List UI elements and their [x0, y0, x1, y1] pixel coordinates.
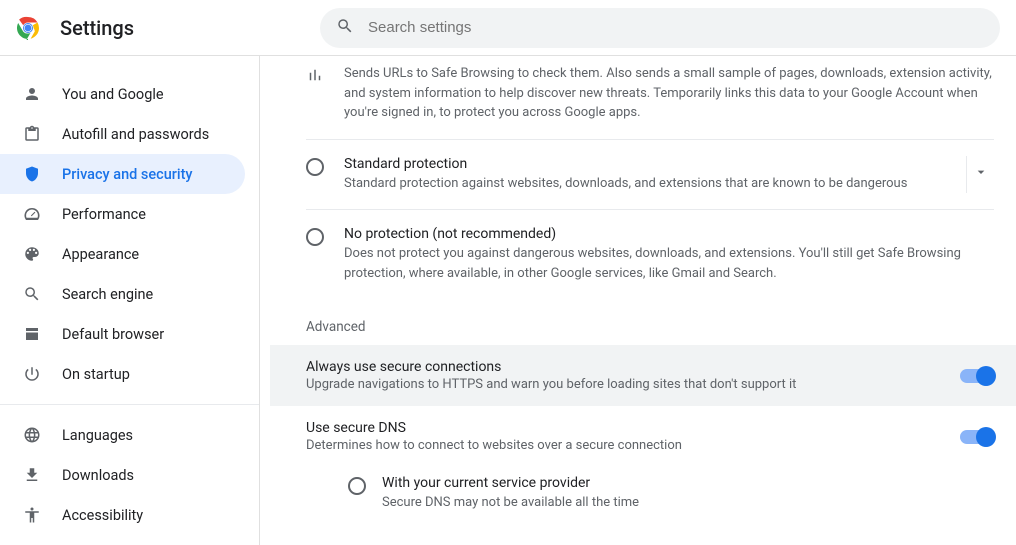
page-title: Settings — [60, 16, 134, 40]
accessibility-icon — [22, 506, 42, 524]
radio-unchecked-icon[interactable] — [306, 228, 324, 246]
sidebar-item-label: Accessibility — [62, 507, 143, 524]
no-protection-option[interactable]: No protection (not recommended) Does not… — [306, 209, 994, 299]
shield-icon — [22, 165, 42, 183]
secure-connections-toggle[interactable] — [960, 369, 994, 383]
palette-icon — [22, 245, 42, 263]
magnify-icon — [22, 285, 42, 303]
chrome-logo-icon — [16, 16, 40, 40]
standard-protection-desc: Standard protection against websites, do… — [344, 174, 954, 194]
current-provider-desc: Secure DNS may not be available all the … — [382, 493, 994, 513]
sidebar: You and Google Autofill and passwords Pr… — [0, 56, 260, 545]
standard-protection-option[interactable]: Standard protection Standard protection … — [306, 139, 994, 210]
secure-connections-desc: Upgrade navigations to HTTPS and warn yo… — [306, 377, 946, 392]
sidebar-item-performance[interactable]: Performance — [0, 194, 245, 234]
search-bar[interactable] — [320, 8, 1000, 48]
secure-dns-desc: Determines how to connect to websites ov… — [306, 438, 946, 453]
radio-unchecked-icon[interactable] — [348, 477, 366, 495]
person-icon — [22, 85, 42, 103]
no-protection-desc: Does not protect you against dangerous w… — [344, 244, 994, 283]
current-provider-title: With your current service provider — [382, 475, 994, 491]
enhanced-protection-option[interactable]: Sends URLs to Safe Browsing to check the… — [306, 56, 994, 139]
sidebar-item-label: Performance — [62, 206, 146, 223]
sidebar-item-autofill[interactable]: Autofill and passwords — [0, 114, 245, 154]
main-content: Sends URLs to Safe Browsing to check the… — [260, 56, 1016, 545]
sidebar-item-label: Search engine — [62, 286, 153, 303]
sidebar-item-label: Downloads — [62, 467, 134, 484]
sidebar-item-privacy[interactable]: Privacy and security — [0, 154, 245, 194]
sidebar-item-appearance[interactable]: Appearance — [0, 234, 245, 274]
use-secure-dns-row[interactable]: Use secure DNS Determines how to connect… — [270, 406, 1016, 467]
chart-bars-icon — [306, 66, 324, 123]
sidebar-item-label: Languages — [62, 427, 133, 444]
chevron-down-icon — [973, 164, 989, 184]
sidebar-item-system[interactable]: System — [0, 535, 245, 545]
sidebar-item-label: Appearance — [62, 246, 139, 263]
sidebar-item-downloads[interactable]: Downloads — [0, 455, 245, 495]
secure-dns-title: Use secure DNS — [306, 420, 946, 436]
download-icon — [22, 466, 42, 484]
sidebar-item-label: Privacy and security — [62, 166, 193, 183]
radio-unchecked-icon[interactable] — [306, 158, 324, 176]
sidebar-item-on-startup[interactable]: On startup — [0, 354, 245, 394]
current-service-provider-option[interactable]: With your current service provider Secur… — [270, 467, 1016, 517]
advanced-section-header: Advanced — [270, 299, 1016, 345]
clipboard-icon — [22, 125, 42, 143]
sidebar-item-you-and-google[interactable]: You and Google — [0, 74, 245, 114]
globe-icon — [22, 426, 42, 444]
sidebar-item-label: Autofill and passwords — [62, 126, 209, 143]
power-icon — [22, 365, 42, 383]
window-icon — [22, 325, 42, 343]
no-protection-title: No protection (not recommended) — [344, 226, 994, 242]
expand-button[interactable] — [966, 156, 994, 194]
sidebar-item-accessibility[interactable]: Accessibility — [0, 495, 245, 535]
header: Settings — [0, 0, 1016, 56]
sidebar-divider — [0, 404, 259, 405]
sidebar-item-languages[interactable]: Languages — [0, 415, 245, 455]
always-use-secure-connections-row[interactable]: Always use secure connections Upgrade na… — [270, 345, 1016, 406]
search-icon — [336, 17, 354, 39]
secure-dns-toggle[interactable] — [960, 430, 994, 444]
sidebar-item-search-engine[interactable]: Search engine — [0, 274, 245, 314]
enhanced-protection-desc: Sends URLs to Safe Browsing to check the… — [344, 64, 994, 123]
sidebar-item-default-browser[interactable]: Default browser — [0, 314, 245, 354]
sidebar-item-label: On startup — [62, 366, 130, 383]
secure-connections-title: Always use secure connections — [306, 359, 946, 375]
standard-protection-title: Standard protection — [344, 156, 954, 172]
sidebar-item-label: You and Google — [62, 86, 164, 103]
search-input[interactable] — [368, 19, 984, 36]
sidebar-item-label: Default browser — [62, 326, 164, 343]
speedometer-icon — [22, 205, 42, 223]
